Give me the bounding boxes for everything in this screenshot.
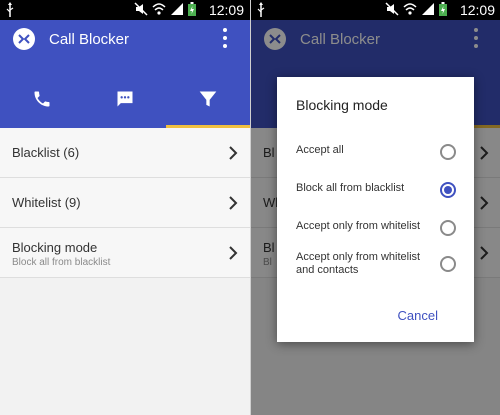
radio-button[interactable] — [440, 256, 456, 272]
mute-icon — [134, 2, 148, 16]
radio-button[interactable] — [440, 144, 456, 160]
list-item-blocking-mode[interactable]: Blocking mode Block all from blacklist — [0, 228, 250, 278]
signal-icon — [171, 3, 183, 15]
option-block-all-from-blacklist[interactable]: Block all from blacklist — [277, 182, 474, 212]
option-label: Block all from blacklist — [296, 182, 405, 194]
chevron-right-icon — [229, 246, 238, 260]
status-bar: 12:09 — [251, 0, 500, 20]
wifi-icon — [152, 3, 166, 15]
status-time: 12:09 — [208, 2, 244, 18]
option-accept-all[interactable]: Accept all — [277, 144, 474, 174]
mute-icon — [385, 2, 399, 16]
item-title: Blacklist (6) — [12, 145, 80, 160]
settings-list: Blacklist (6) Whitelist (9) Blocking mod… — [0, 128, 250, 278]
radio-button-selected[interactable] — [440, 182, 456, 198]
chevron-right-icon — [229, 196, 238, 210]
status-bar: 12:09 — [0, 0, 250, 20]
message-icon — [117, 91, 133, 107]
tab-bar — [0, 73, 250, 125]
status-time: 12:09 — [459, 2, 495, 18]
item-title: Whitelist (9) — [12, 195, 81, 210]
tab-messages[interactable] — [83, 73, 166, 125]
radio-button[interactable] — [440, 220, 456, 236]
signal-icon — [422, 3, 434, 15]
dialog-title: Blocking mode — [296, 97, 388, 113]
list-item-blacklist[interactable]: Blacklist (6) — [0, 128, 250, 178]
item-subtitle: Block all from blacklist — [12, 257, 111, 268]
phone-icon — [34, 91, 50, 107]
list-item-whitelist[interactable]: Whitelist (9) — [0, 178, 250, 228]
battery-icon — [188, 2, 196, 16]
app-bar: Call Blocker — [0, 20, 250, 128]
call-blocker-logo-icon — [13, 28, 35, 50]
overflow-menu-icon[interactable] — [222, 28, 228, 48]
option-accept-whitelist-and-contacts[interactable]: Accept only from whitelist and contacts — [277, 251, 474, 281]
app-title: Call Blocker — [49, 31, 130, 48]
option-label: Accept only from whitelist — [296, 220, 421, 232]
filter-icon — [199, 91, 217, 107]
battery-icon — [439, 2, 447, 16]
option-accept-only-from-whitelist[interactable]: Accept only from whitelist — [277, 220, 474, 250]
tab-calls[interactable] — [0, 73, 83, 125]
phone-screen-main: 12:09 Call Blocker Blacklist (6) Whiteli… — [0, 0, 250, 415]
item-title: Blocking mode — [12, 240, 98, 255]
option-label: Accept all — [296, 144, 344, 156]
cancel-button[interactable]: Cancel — [398, 308, 438, 323]
usb-icon — [6, 2, 14, 17]
tab-filters[interactable] — [167, 73, 250, 125]
wifi-icon — [403, 3, 417, 15]
usb-icon — [257, 2, 265, 17]
option-label: Accept only from whitelist and contacts — [296, 251, 421, 276]
chevron-right-icon — [229, 146, 238, 160]
blocking-mode-dialog: Blocking mode Accept all Block all from … — [277, 77, 474, 342]
